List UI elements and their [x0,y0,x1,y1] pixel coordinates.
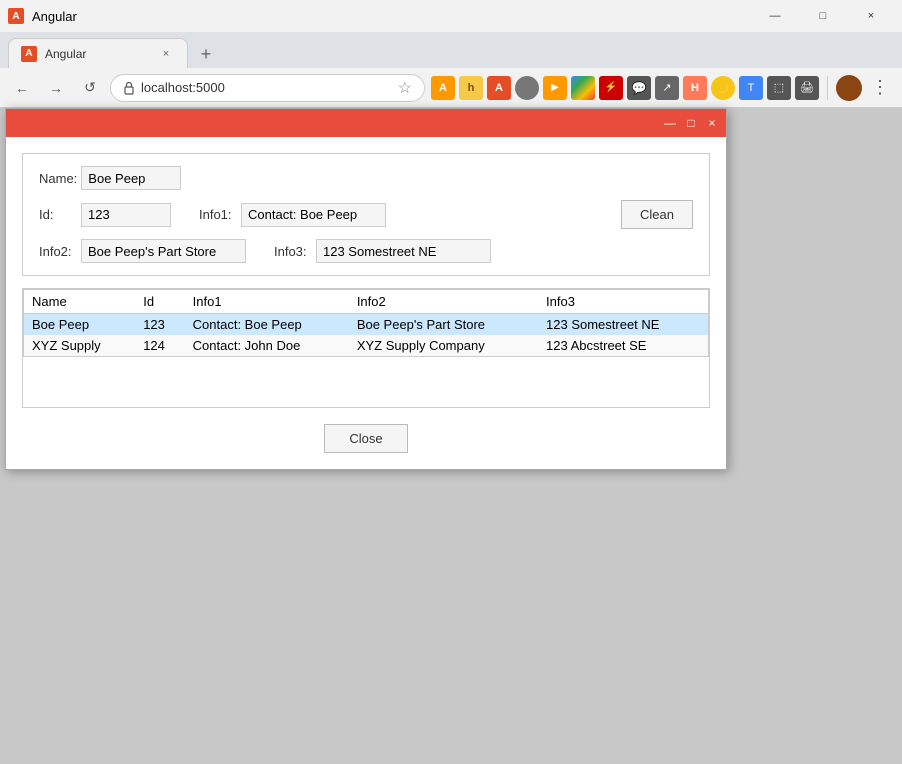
ext-maps-icon[interactable] [571,76,595,100]
info1-label: Info1: [199,207,237,222]
data-table-wrapper: Name Id Info1 Info2 Info3 Boe Peep 123 [22,288,710,408]
ext-arrow-icon[interactable]: ↗ [655,76,679,100]
data-table: Name Id Info1 Info2 Info3 Boe Peep 123 [23,289,709,357]
dialog-window-controls: — □ × [660,113,722,133]
ext-screen-icon[interactable]: ⬚ [767,76,791,100]
browser-chrome: A Angular — □ × A Angular × + ← → ↺ [0,0,902,108]
cell-info1: Contact: Boe Peep [185,314,349,336]
menu-button[interactable]: ⋮ [866,74,894,102]
tab-title: Angular [45,47,149,61]
info2-label: Info2: [39,244,77,259]
ext-circle-icon[interactable] [515,76,539,100]
cell-info2: Boe Peep's Part Store [349,314,538,336]
address-input[interactable]: localhost:5000 ☆ [110,74,425,102]
close-button[interactable]: Close [324,424,407,453]
address-bar: ← → ↺ localhost:5000 ☆ A h A ▶ ⚡ 💬 ↗ H 🌙… [0,68,902,108]
form-area: Name: Id: Info1: Clean Info2: [22,153,710,276]
info3-label: Info3: [274,244,312,259]
tab-bar: A Angular × + [0,32,902,68]
ext-amazon2-icon[interactable]: ▶ [543,76,567,100]
title-bar: A Angular — □ × [0,0,902,32]
ext-honey-icon[interactable]: h [459,76,483,100]
cell-name: Boe Peep [24,314,136,336]
clean-button[interactable]: Clean [621,200,693,229]
info2-input[interactable] [81,239,246,263]
cell-name: XYZ Supply [24,335,136,357]
maximize-window-button[interactable]: □ [800,0,846,32]
new-tab-button[interactable]: + [192,40,220,68]
info2-info3-row: Info2: Info3: [39,239,693,263]
dialog-close-button[interactable]: × [702,113,722,133]
dialog-minimize-button[interactable]: — [660,113,680,133]
col-header-id: Id [135,290,184,314]
tab-close-button[interactable]: × [157,45,175,63]
close-button-container: Close [22,424,710,453]
name-input[interactable] [81,166,181,190]
ext-chat-icon[interactable]: 💬 [627,76,651,100]
table-header-row: Name Id Info1 Info2 Info3 [24,290,709,314]
ext-hubspot-icon[interactable]: H [683,76,707,100]
tab-favicon: A [21,46,37,62]
window-controls: — □ × [752,0,894,32]
user-avatar[interactable] [836,75,862,101]
back-button[interactable]: ← [8,74,36,102]
id-input[interactable] [81,203,171,227]
cell-info3: 123 Abcstreet SE [538,335,708,357]
id-info1-row: Id: Info1: Clean [39,200,693,229]
cell-id: 123 [135,314,184,336]
col-header-info2: Info2 [349,290,538,314]
minimize-window-button[interactable]: — [752,0,798,32]
address-text: localhost:5000 [141,80,392,95]
id-label: Id: [39,207,77,222]
active-tab[interactable]: A Angular × [8,38,188,68]
info1-input[interactable] [241,203,386,227]
refresh-button[interactable]: ↺ [76,74,104,102]
cell-info3: 123 Somestreet NE [538,314,708,336]
cell-info2: XYZ Supply Company [349,335,538,357]
toolbar-divider [827,76,828,100]
name-label: Name: [39,171,77,186]
toolbar-icons: A h A ▶ ⚡ 💬 ↗ H 🌙 T ⬚ 🖨 ⋮ [431,74,894,102]
col-header-name: Name [24,290,136,314]
col-header-info3: Info3 [538,290,708,314]
dialog-content: Name: Id: Info1: Clean Info2: [6,137,726,469]
ext-red-icon[interactable]: ⚡ [599,76,623,100]
dialog-maximize-button[interactable]: □ [681,113,701,133]
ext-print-icon[interactable]: 🖨 [795,76,819,100]
ext-moon-icon[interactable]: 🌙 [711,76,735,100]
bookmark-icon[interactable]: ☆ [398,78,412,98]
cell-id: 124 [135,335,184,357]
col-header-info1: Info1 [185,290,349,314]
forward-button[interactable]: → [42,74,70,102]
info3-input[interactable] [316,239,491,263]
window-title: Angular [32,9,77,24]
dialog-window: — □ × Name: Id: Info1: [5,108,727,470]
cell-info1: Contact: John Doe [185,335,349,357]
lock-icon [123,81,135,95]
dialog-titlebar: — □ × [6,109,726,137]
table-scroll[interactable]: Name Id Info1 Info2 Info3 Boe Peep 123 [23,289,709,407]
close-window-button[interactable]: × [848,0,894,32]
name-row: Name: [39,166,693,190]
title-bar-left: A Angular [8,8,77,24]
table-row[interactable]: XYZ Supply 124 Contact: John Doe XYZ Sup… [24,335,709,357]
app-favicon: A [8,8,24,24]
ext-acrobat-icon[interactable]: A [487,76,511,100]
table-row[interactable]: Boe Peep 123 Contact: Boe Peep Boe Peep'… [24,314,709,336]
ext-amazon-icon[interactable]: A [431,76,455,100]
app-area: — □ × Name: Id: Info1: [0,108,902,764]
ext-translate-icon[interactable]: T [739,76,763,100]
